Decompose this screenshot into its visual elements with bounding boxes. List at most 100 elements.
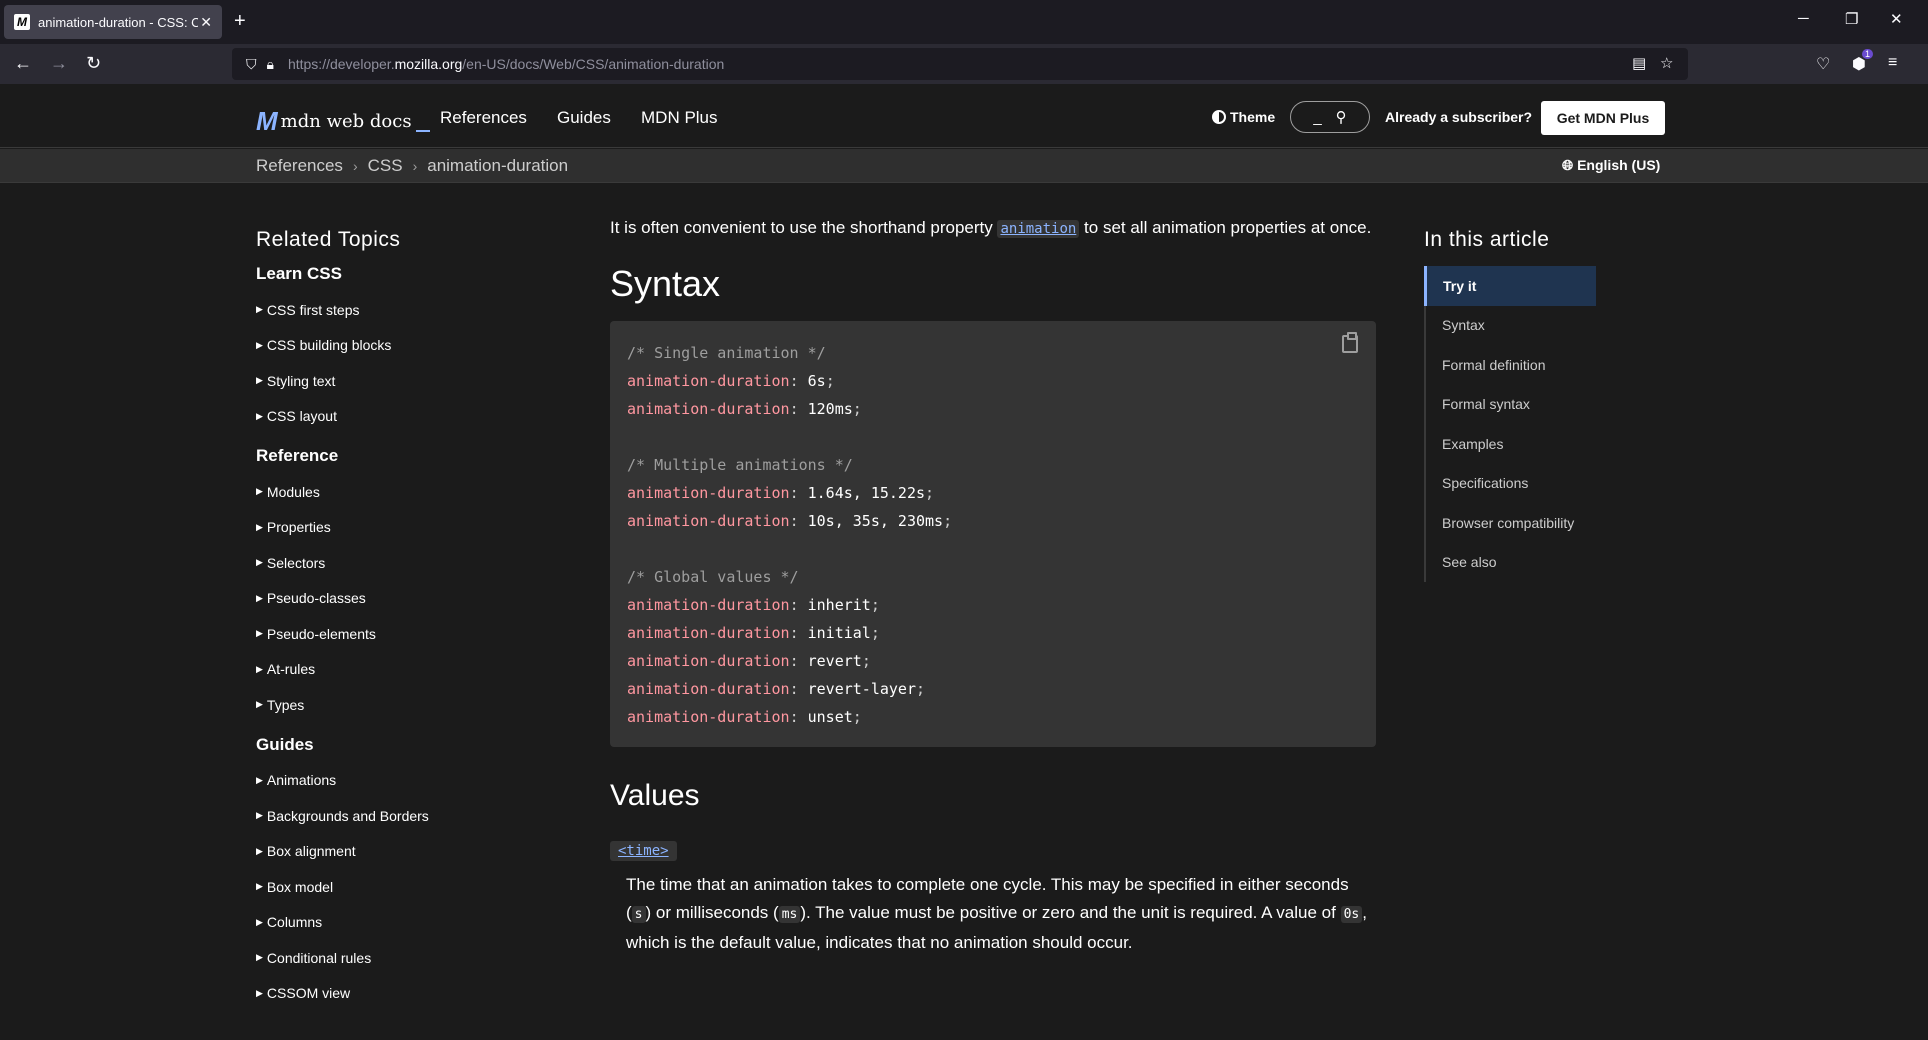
sidebar-item[interactable]: ▶ Pseudo-classes (256, 581, 556, 617)
sidebar-item-label: Selectors (266, 554, 326, 571)
code-line: animation-duration: 120ms; (627, 400, 862, 418)
sidebar-item[interactable]: ▶ Pseudo-elements (256, 616, 556, 652)
sidebar-item[interactable]: ▶ Box model (256, 869, 556, 905)
code-value: inherit (807, 596, 871, 614)
time-type-link[interactable]: <time> (610, 841, 677, 861)
forward-arrow-icon[interactable]: → (50, 53, 68, 74)
bookmark-star-icon[interactable]: ☆ (1660, 54, 1673, 72)
sidebar-item[interactable]: ▶ Properties (256, 510, 556, 546)
nav-references[interactable]: References (440, 108, 527, 128)
sidebar-item[interactable]: ▶ Selectors (256, 545, 556, 581)
sidebar-item[interactable]: ▶ Box alignment (256, 834, 556, 870)
sidebar-item[interactable]: ▶ CSSOM view (256, 976, 556, 1012)
menu-icon[interactable]: ≡ (1888, 54, 1897, 72)
sidebar-item[interactable]: ▶ Modules (256, 474, 556, 510)
new-tab-icon[interactable]: + (234, 10, 246, 33)
code-property: animation-duration (627, 624, 790, 642)
close-tab-icon[interactable]: ✕ (200, 14, 212, 31)
code-property: animation-duration (627, 652, 790, 670)
code-value: 10s, 35s, 230ms (807, 512, 944, 530)
breadcrumb-references[interactable]: References (256, 156, 343, 176)
toc-item[interactable]: Formal definition (1426, 345, 1596, 385)
mdn-m-icon: M (256, 106, 278, 136)
back-arrow-icon[interactable]: ← (14, 53, 32, 74)
intro-paragraph: It is often convenient to use the shorth… (610, 218, 1372, 238)
breadcrumb-current[interactable]: animation-duration (427, 156, 568, 176)
reader-view-icon[interactable]: ▤ (1632, 54, 1646, 72)
sidebar-item[interactable]: ▶ At-rules (256, 652, 556, 688)
table-of-contents: In this article Try it Syntax Formal defin… (1424, 228, 1596, 582)
get-mdn-plus-button[interactable]: Get MDN Plus (1541, 101, 1665, 135)
sidebar-item[interactable]: ▶ Animations (256, 763, 556, 799)
pocket-icon[interactable]: ♡ (1816, 54, 1830, 74)
code-value: 120ms (807, 400, 853, 418)
copy-icon[interactable] (1342, 332, 1358, 353)
sidebar-item[interactable]: ▶ Backgrounds and Borders (256, 798, 556, 834)
toc-item[interactable]: Syntax (1426, 306, 1596, 346)
sidebar-item[interactable]: ▶ Conditional rules (256, 940, 556, 976)
sidebar-item-label: Modules (266, 483, 320, 500)
disclosure-triangle-icon: ▶ (256, 592, 263, 603)
breadcrumb-bar: References › CSS › animation-duration 🌐︎… (0, 149, 1928, 183)
disclosure-triangle-icon: ▶ (256, 521, 263, 532)
disclosure-triangle-icon: ▶ (256, 628, 263, 639)
toc-item[interactable]: Try it (1424, 266, 1596, 306)
disclosure-triangle-icon: ▶ (256, 845, 263, 856)
nav-guides[interactable]: Guides (557, 108, 611, 128)
sidebar-item[interactable]: ▶ Styling text (256, 363, 556, 399)
globe-icon: 🌐︎ (1562, 157, 1574, 173)
code-property: animation-duration (627, 484, 790, 502)
code-property: animation-duration (627, 680, 790, 698)
animation-link[interactable]: animation (997, 220, 1080, 238)
theme-icon (1212, 110, 1226, 124)
nav-mdn-plus[interactable]: MDN Plus (641, 108, 718, 128)
shield-icon[interactable]: ⛉ (246, 56, 257, 73)
code-value: 6s (807, 372, 826, 390)
sidebar-item-label: Columns (266, 914, 323, 931)
reload-icon[interactable]: ↻ (86, 53, 101, 74)
sidebar-item-label: Types (266, 696, 305, 713)
code-line: /* Multiple animations */ (627, 451, 1359, 479)
disclosure-triangle-icon: ▶ (256, 557, 263, 568)
address-bar[interactable]: ⛉ 🔒︎ https://developer.mozilla.org/en-US… (232, 48, 1688, 80)
restore-icon[interactable]: ❐ (1845, 10, 1858, 28)
sidebar-item[interactable]: ▶ Types (256, 687, 556, 723)
sidebar-item-label: CSS layout (266, 408, 337, 425)
search-icon: ⚲ (1335, 109, 1347, 126)
language-switcher[interactable]: 🌐︎ English (US) (1562, 157, 1660, 174)
syntax-code-block: /* Single animation */ animation-duration… (610, 321, 1376, 747)
toc-item[interactable]: Specifications (1426, 464, 1596, 504)
syntax-heading[interactable]: Syntax (610, 263, 1376, 305)
lock-icon[interactable]: 🔒︎ (267, 56, 274, 73)
chevron-right-icon: › (412, 158, 418, 174)
minimize-icon[interactable]: ─ (1798, 10, 1809, 27)
code-line: animation-duration: inherit; (627, 596, 880, 614)
toc-item[interactable]: Examples (1426, 424, 1596, 464)
browser-tab[interactable]: M animation-duration - CSS: Cascading St… (4, 5, 222, 39)
sidebar-item[interactable]: ▶ Columns (256, 905, 556, 941)
sidebar-heading: Reference (256, 446, 339, 465)
disclosure-triangle-icon: ▶ (256, 486, 263, 497)
sidebar-item[interactable]: ▶ CSS building blocks (256, 328, 556, 364)
code-property: animation-duration (627, 512, 790, 530)
disclosure-triangle-icon: ▶ (256, 410, 263, 421)
toc-item[interactable]: Formal syntax (1426, 385, 1596, 425)
window-close-icon[interactable]: ✕ (1890, 10, 1903, 28)
sidebar-item[interactable]: ▶ CSS first steps (256, 292, 556, 328)
sidebar-item-label: Pseudo-elements (266, 625, 376, 642)
code-value: 1.64s, 15.22s (807, 484, 926, 502)
code-line: animation-duration: 6s; (627, 372, 835, 390)
subscriber-link[interactable]: Already a subscriber? (1385, 109, 1532, 125)
breadcrumb-css[interactable]: CSS (368, 156, 403, 176)
chevron-right-icon: › (352, 158, 358, 174)
code-line: animation-duration: 1.64s, 15.22s; (627, 484, 935, 502)
toc-item[interactable]: Browser compatibility (1426, 503, 1596, 543)
search-button[interactable]: _ ⚲ (1290, 101, 1370, 133)
values-heading[interactable]: Values (610, 779, 1376, 813)
toc-item[interactable]: See also (1426, 543, 1596, 583)
mdn-logo[interactable]: M mdn web docs (256, 106, 430, 137)
theme-toggle[interactable]: Theme (1212, 109, 1275, 125)
sidebar-item[interactable]: ▶ CSS layout (256, 399, 556, 435)
